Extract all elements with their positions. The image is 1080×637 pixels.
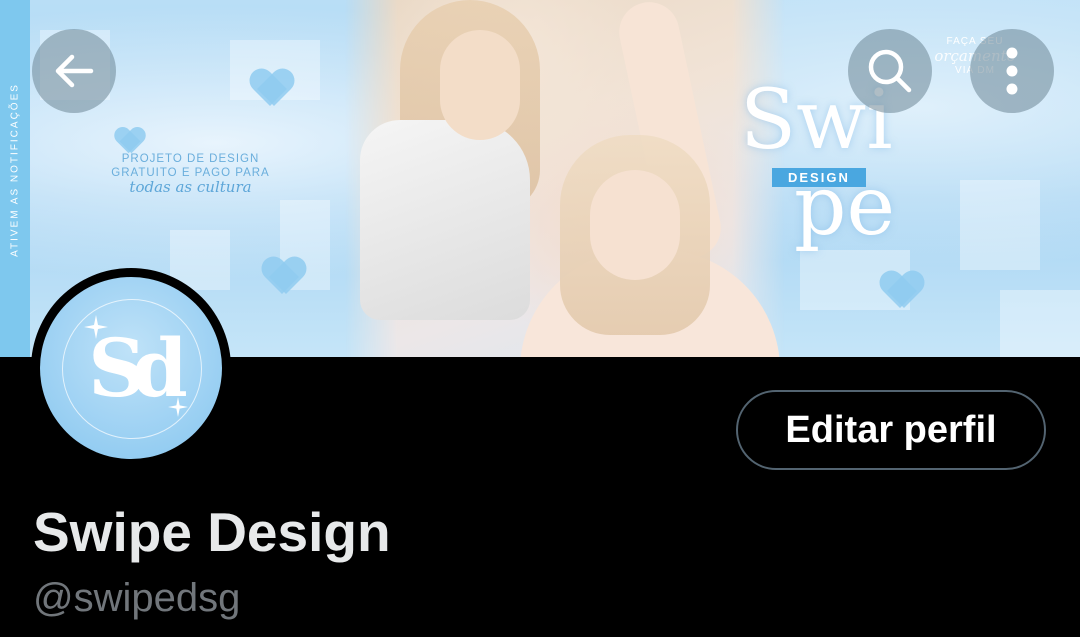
- notification-strip: ATIVEM AS NOTIFICAÇÕES: [0, 0, 30, 357]
- arrow-left-icon: [55, 54, 94, 88]
- search-icon: [868, 49, 912, 93]
- banner-tagline: PROJETO DE DESIGN GRATUITO E PAGO PARA t…: [108, 152, 273, 196]
- heart-decoration: [250, 70, 294, 110]
- edit-profile-button[interactable]: Editar perfil: [736, 390, 1046, 470]
- avatar-monogram: Sd: [88, 321, 188, 415]
- banner-photo-figure: [360, 120, 530, 320]
- banner-photo-figure: [590, 170, 680, 280]
- avatar-image: Sd: [40, 277, 222, 459]
- banner-photo-figure: [440, 30, 520, 140]
- more-options-button[interactable]: [970, 29, 1054, 113]
- banner-logo-badge: DESIGN: [772, 168, 866, 187]
- profile-display-name: Swipe Design: [33, 501, 391, 563]
- tagline-line-1: PROJETO DE DESIGN: [121, 153, 260, 165]
- search-button[interactable]: [848, 29, 932, 113]
- profile-handle: @swipedsg: [33, 576, 241, 620]
- tagline-script: todas as cultura: [129, 178, 252, 196]
- more-vertical-icon: [1006, 47, 1018, 95]
- heart-decoration: [880, 272, 924, 312]
- back-button[interactable]: [32, 29, 116, 113]
- avatar[interactable]: Sd: [31, 268, 231, 468]
- notification-strip-text: ATIVEM AS NOTIFICAÇÕES: [9, 83, 21, 257]
- heart-decoration: [262, 258, 306, 298]
